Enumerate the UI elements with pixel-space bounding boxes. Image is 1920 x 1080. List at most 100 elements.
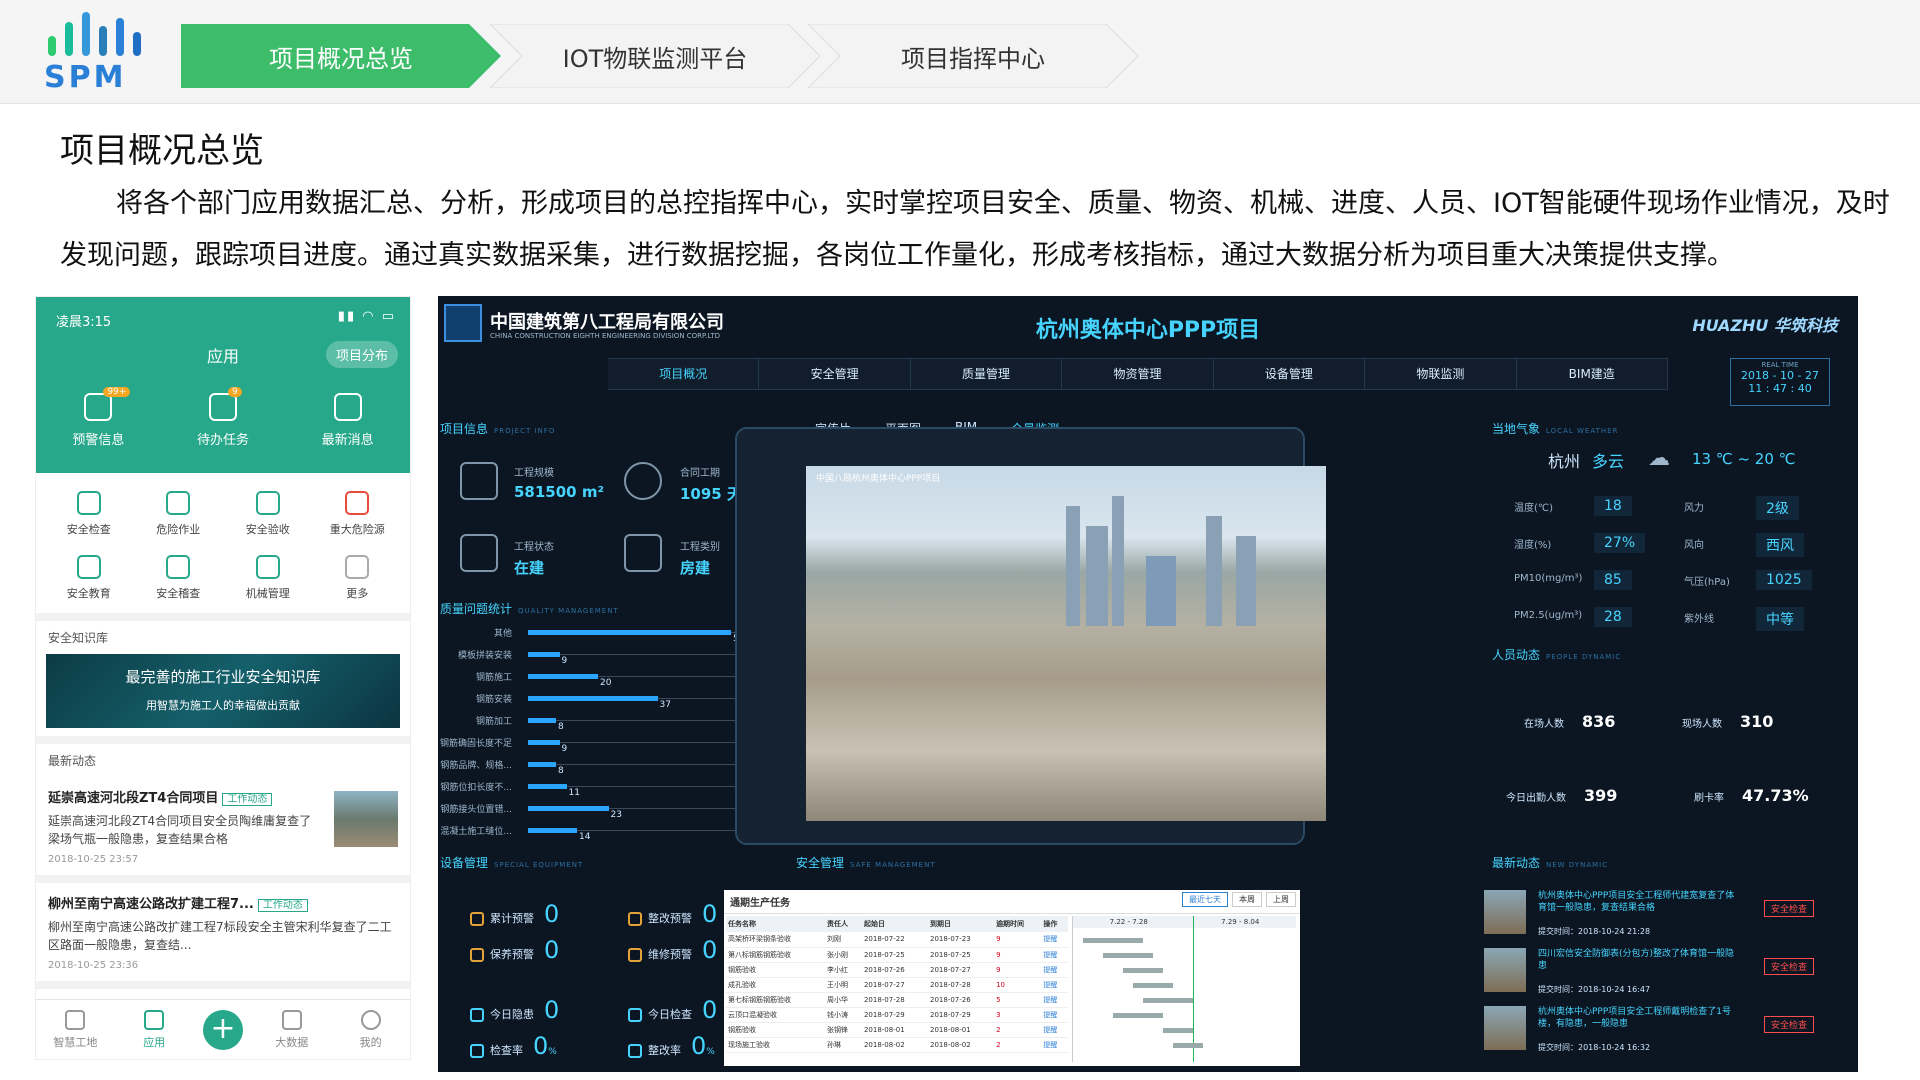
todo-badge: 9	[227, 387, 242, 397]
info-label: 工程类别	[680, 542, 720, 553]
table-row[interactable]: 第七标钢筋钢筋验收 周小华 2018-07-28 2018-07-26 5 提醒	[726, 992, 1068, 1008]
grid-safety-education[interactable]: 安全教育	[44, 555, 134, 601]
project-title: 杭州奥体中心PPP项目	[1035, 318, 1261, 343]
spm-logo[interactable]: SPM	[44, 12, 156, 95]
menu-item[interactable]: 设备管理	[1214, 359, 1366, 389]
chart-value-label: 8	[558, 766, 564, 776]
section-title: 质量问题统计	[440, 602, 513, 616]
table-row[interactable]: 现场施工验收 孙琳 2018-08-02 2018-08-02 2 提醒	[726, 1037, 1068, 1053]
section-title: 人员动态	[1492, 648, 1541, 662]
remind-link[interactable]: 提醒	[1041, 962, 1068, 978]
news-time: 提交时间：2018-10-24 21:28	[1538, 927, 1651, 936]
quick-label: 最新消息	[321, 433, 374, 448]
news-badge[interactable]: 安全检查	[1763, 1016, 1814, 1033]
gantt-bar	[1113, 1013, 1163, 1018]
quick-todo[interactable]: 9 待办任务	[178, 387, 268, 448]
knowledge-banner[interactable]: 最完善的施工行业安全知识库 用智慧为施工人的幸福做出贡献	[46, 654, 400, 728]
chart-category-label: 钢筋接头位置错...	[440, 805, 512, 815]
tab-command-center[interactable]: 项目指挥中心	[808, 24, 1138, 88]
warning-badge: 99+	[103, 387, 131, 397]
news-badge[interactable]: 安全检查	[1763, 900, 1814, 917]
tabbar-big-data[interactable]: 大数据	[262, 1009, 322, 1050]
remind-link[interactable]: 提醒	[1041, 992, 1068, 1008]
chart-value-label: 14	[579, 832, 591, 842]
weather-condition: 多云	[1592, 452, 1625, 471]
list-item[interactable]: 延崇高速河北段ZT4合同项目 工作动态 延崇高速河北段ZT4合同项目安全员陶维庸复…	[36, 777, 410, 883]
banner-sub: 用智慧为施工人的幸福做出贡献	[146, 699, 300, 712]
weather-value: 27%	[1594, 533, 1646, 553]
table-cell: 孙琳	[825, 1037, 862, 1053]
news-item[interactable]: 四川宏信安全防御表(分包方)整改了体育馆一般隐患 提交时间：2018-10-24 …	[1484, 948, 1834, 1006]
building-shape	[1236, 536, 1256, 626]
news-text: 杭州奥体中心PPP项目安全工程师戴明检查了1号楼，有隐患，一般隐患	[1538, 1007, 1732, 1029]
grid-machine-management[interactable]: 机械管理	[223, 555, 313, 601]
tabbar-smart-site[interactable]: 智慧工地	[45, 1009, 105, 1050]
grid-more[interactable]: 更多	[313, 555, 403, 601]
quality-bar-chart: 其他58 模板拼装安装 9 钢筋施工 20 钢筋安装 37 钢筋加工 8 钢筋确固长度不足 9 钢筋品…	[438, 626, 744, 856]
tab-iot-monitoring[interactable]: IOT物联监测平台	[490, 24, 820, 88]
construction-site-photo[interactable]	[806, 466, 1326, 821]
news-badge[interactable]: 安全检查	[1763, 958, 1814, 975]
quick-warning[interactable]: 99+ 预警信息	[53, 387, 143, 448]
eq-label: 整改预警	[648, 912, 692, 925]
column-header: 任务名称	[726, 916, 826, 932]
eq-value: 0	[702, 936, 718, 964]
tabbar-mine[interactable]: 我的	[341, 1009, 401, 1050]
weather-value: 西风	[1756, 533, 1804, 557]
menu-item[interactable]: 质量管理	[911, 359, 1063, 389]
news-time: 提交时间：2018-10-24 16:32	[1538, 1043, 1651, 1052]
menu-item[interactable]: 项目概况	[608, 359, 760, 389]
gantt-header: 7.22 - 7.28 7.29 - 8.04	[1073, 916, 1296, 928]
table-cell: 2018-07-26	[928, 992, 995, 1008]
grid-safety-inspection[interactable]: 安全稽查	[134, 555, 224, 601]
tabbar-apps[interactable]: 应用	[124, 1009, 184, 1050]
chart-track	[528, 764, 738, 765]
grid-safety-check[interactable]: 安全检查	[44, 491, 134, 537]
tabbar-label: 应用	[143, 1035, 166, 1049]
info-label: 工程规模	[514, 468, 554, 479]
news-item[interactable]: 杭州奥体中心PPP项目安全工程师戴明检查了1号楼，有隐患，一般隐患提交时间：20…	[1484, 1006, 1834, 1064]
chart-icon	[255, 555, 280, 579]
menu-item[interactable]: 物联监测	[1365, 359, 1517, 389]
chart-value-label: 37	[659, 700, 671, 710]
remind-link[interactable]: 提醒	[1041, 947, 1068, 963]
chart-row: 钢筋施工 20	[438, 670, 738, 692]
news-item[interactable]: 杭州奥体中心PPP项目安全工程师代建宽复查了体育馆一般隐患，复查结果合格 提交时间…	[1484, 890, 1834, 948]
table-row[interactable]: 高架桥环梁钢条验收 刘刚 2018-07-22 2018-07-23 9 提醒	[726, 932, 1068, 948]
section-news: 最新动态 NEW DYNAMIC	[1492, 854, 1608, 871]
remind-link[interactable]: 提醒	[1041, 1022, 1068, 1038]
info-value: 1095 天	[680, 485, 742, 503]
weather-label: 温度(℃)	[1514, 503, 1554, 514]
table-row[interactable]: 成孔验收 王小明 2018-07-27 2018-07-28 10 提醒	[726, 977, 1068, 993]
grid-label: 机械管理	[245, 587, 290, 600]
table-row[interactable]: 第八标钢筋钢筋验收 张小刚 2018-07-25 2018-07-25 9 提醒	[726, 947, 1068, 963]
table-cell: 第七标钢筋钢筋验收	[726, 992, 826, 1008]
table-row[interactable]: 钢筋验收 李小红 2018-07-26 2018-07-27 9 提醒	[726, 962, 1068, 978]
table-row[interactable]: 钢筋验收 张钢锋 2018-08-01 2018-08-01 2 提醒	[726, 1022, 1068, 1038]
table-cell: 云顶口混凝验收	[726, 1007, 826, 1023]
grid-dangerous-work[interactable]: 危险作业	[134, 491, 224, 537]
remind-link[interactable]: 提醒	[1041, 977, 1068, 993]
filter-button[interactable]: 本周	[1232, 892, 1262, 907]
remind-link[interactable]: 提醒	[1041, 1037, 1068, 1053]
menu-item[interactable]: 安全管理	[759, 359, 911, 389]
remind-link[interactable]: 提醒	[1041, 932, 1068, 948]
chat-icon	[333, 393, 362, 421]
menu-item[interactable]: 物资管理	[1062, 359, 1214, 389]
project-distribution-button[interactable]: 项目分布	[325, 341, 398, 368]
chart-row: 钢筋确固长度不足 9	[438, 736, 738, 758]
add-button[interactable]: +	[202, 1009, 243, 1050]
eq-label: 维修预警	[648, 948, 692, 961]
list-item[interactable]: 柳州至南宁高速公路改扩建工程7... 工作动态 柳州至南宁高速公路改扩建工程7标段…	[36, 883, 410, 989]
table-row[interactable]: 云顶口混凝验收 钱小涛 2018-07-29 2018-07-29 3 提醒	[726, 1007, 1068, 1023]
grid-safety-acceptance[interactable]: 安全验收	[223, 491, 313, 537]
filter-button[interactable]: 上周	[1266, 892, 1296, 907]
menu-item[interactable]: BIM建造	[1517, 359, 1668, 389]
tab-project-overview[interactable]: 项目概况总览	[181, 24, 501, 88]
grid-major-hazard[interactable]: 重大危险源	[313, 491, 403, 537]
filter-button[interactable]: 最近七天	[1182, 892, 1228, 907]
warning-icon	[470, 1008, 484, 1022]
remind-link[interactable]: 提醒	[1041, 1007, 1068, 1023]
quick-messages[interactable]: 最新消息	[303, 393, 393, 448]
chart-bar	[528, 652, 560, 657]
